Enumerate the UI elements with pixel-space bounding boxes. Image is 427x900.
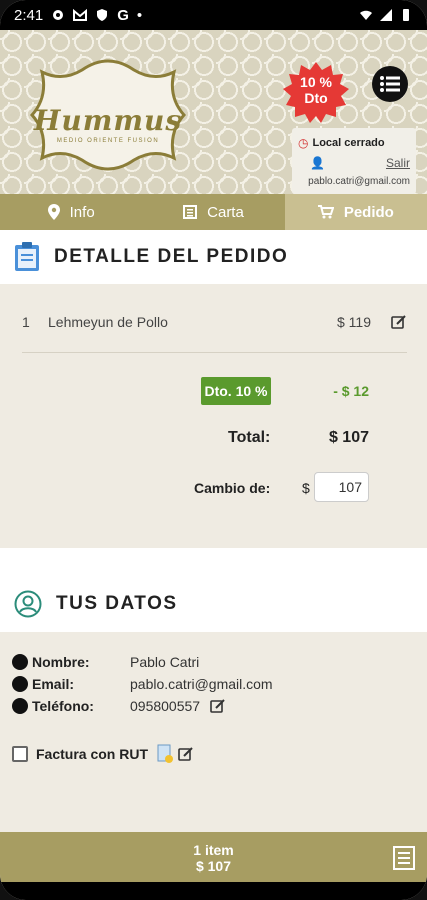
email-value: pablo.catri@gmail.com	[130, 676, 273, 692]
edit-invoice-icon[interactable]	[178, 746, 194, 762]
discount-badge: 10 % Dto	[283, 62, 349, 124]
discount-label: Dto. 10 %	[201, 377, 271, 405]
tab-bar: Info Carta Pedido	[0, 194, 427, 230]
clock-icon: ◷	[298, 136, 309, 150]
tab-pedido[interactable]: Pedido	[284, 194, 427, 230]
user-details: Nombre: Pablo Catri Email: pablo.catri@g…	[0, 632, 427, 832]
user-circle-icon	[14, 590, 42, 618]
clipboard-icon	[15, 242, 39, 271]
store-status-card: ◷ Local cerrado 👤 Salir pablo.catri@gmai…	[292, 128, 416, 194]
email-icon	[12, 676, 28, 692]
pin-icon	[47, 204, 60, 220]
name-label: Nombre:	[32, 654, 90, 670]
logout-link[interactable]: Salir	[386, 156, 410, 170]
tab-carta[interactable]: Carta	[142, 194, 284, 230]
total-label: Total:	[228, 429, 271, 446]
wifi-icon	[360, 10, 372, 20]
restaurant-header: Hummus MEDIO ORIENTE FUSION 10 % Dto ◷ L…	[0, 30, 427, 194]
invoice-label: Factura con RUT	[36, 746, 149, 762]
item-price: $ 119	[337, 314, 371, 330]
logo-text: Hummus	[33, 104, 183, 137]
user-icon: 👤	[310, 156, 325, 170]
invoice-checkbox[interactable]	[12, 746, 28, 762]
clock: 2:41	[14, 6, 44, 24]
app-screen: 2:41 G • Hummus MEDIO ORIENTE FUSION 10 …	[0, 0, 427, 900]
store-status: Local cerrado	[312, 137, 385, 149]
tab-pedido-label: Pedido	[343, 203, 394, 221]
person-icon	[12, 654, 28, 670]
phone-row: Teléfono: 095800557	[12, 698, 226, 714]
phone-icon	[12, 698, 28, 714]
menu-book-icon	[183, 205, 198, 219]
change-currency: $	[302, 480, 310, 496]
spacer	[0, 548, 427, 576]
total-value: $ 107	[328, 429, 369, 446]
logo-subtitle: MEDIO ORIENTE FUSION	[56, 138, 160, 144]
name-value: Pablo Catri	[130, 654, 200, 670]
order-section-title: DETALLE DEL PEDIDO	[0, 230, 427, 284]
discount-row: Dto. 10 % - $ 12	[0, 377, 369, 405]
invoice-row: Factura con RUT	[12, 744, 194, 764]
cart-item-count: 1 item	[193, 842, 234, 858]
badge-dto: Dto	[304, 90, 328, 106]
cart-icon	[317, 205, 334, 219]
tab-carta-label: Carta	[207, 203, 244, 221]
order-item-row: 1 Lehmeyun de Pollo $ 119	[22, 314, 407, 330]
receipt-icon[interactable]	[393, 846, 415, 870]
badge-percent: 10 %	[300, 74, 332, 90]
item-qty: 1	[22, 314, 30, 330]
email-label: Email:	[32, 676, 75, 692]
tab-info-label: Info	[69, 203, 95, 221]
cart-summary-bar[interactable]: 1 item $ 107	[0, 832, 427, 882]
status-bar: 2:41 G •	[0, 0, 427, 30]
change-label: Cambio de:	[194, 480, 271, 496]
google-icon: G	[117, 6, 129, 24]
user-section-title: TUS DATOS	[0, 576, 427, 632]
shield-icon	[97, 9, 108, 21]
phone-label: Teléfono:	[32, 698, 94, 714]
order-title: DETALLE DEL PEDIDO	[54, 246, 289, 267]
signal-icon	[380, 9, 392, 21]
gesture-bar	[0, 882, 427, 900]
battery-icon	[403, 9, 409, 21]
tab-info[interactable]: Info	[0, 194, 142, 230]
settings-icon	[53, 10, 64, 20]
email-row: Email: pablo.catri@gmail.com	[12, 676, 273, 692]
edit-phone-icon[interactable]	[210, 698, 226, 714]
order-details: 1 Lehmeyun de Pollo $ 119 Dto. 10 % - $ …	[0, 286, 427, 548]
restaurant-logo: Hummus MEDIO ORIENTE FUSION	[22, 52, 194, 178]
dot-icon: •	[136, 6, 143, 24]
phone-value: 095800557	[130, 698, 201, 714]
list-icon	[380, 76, 400, 92]
gmail-icon	[73, 8, 88, 21]
change-input[interactable]	[314, 472, 369, 502]
change-row: Cambio de: $	[0, 472, 369, 502]
invoice-icon	[157, 744, 174, 763]
item-name: Lehmeyun de Pollo	[48, 314, 168, 330]
divider	[22, 352, 407, 353]
header-email: pablo.catri@gmail.com	[308, 176, 410, 187]
user-title: TUS DATOS	[56, 593, 178, 614]
menu-button[interactable]	[372, 66, 408, 102]
discount-value: - $ 12	[333, 383, 369, 399]
cart-total: $ 107	[195, 858, 232, 874]
name-row: Nombre: Pablo Catri	[12, 654, 199, 670]
edit-icon[interactable]	[391, 314, 407, 330]
